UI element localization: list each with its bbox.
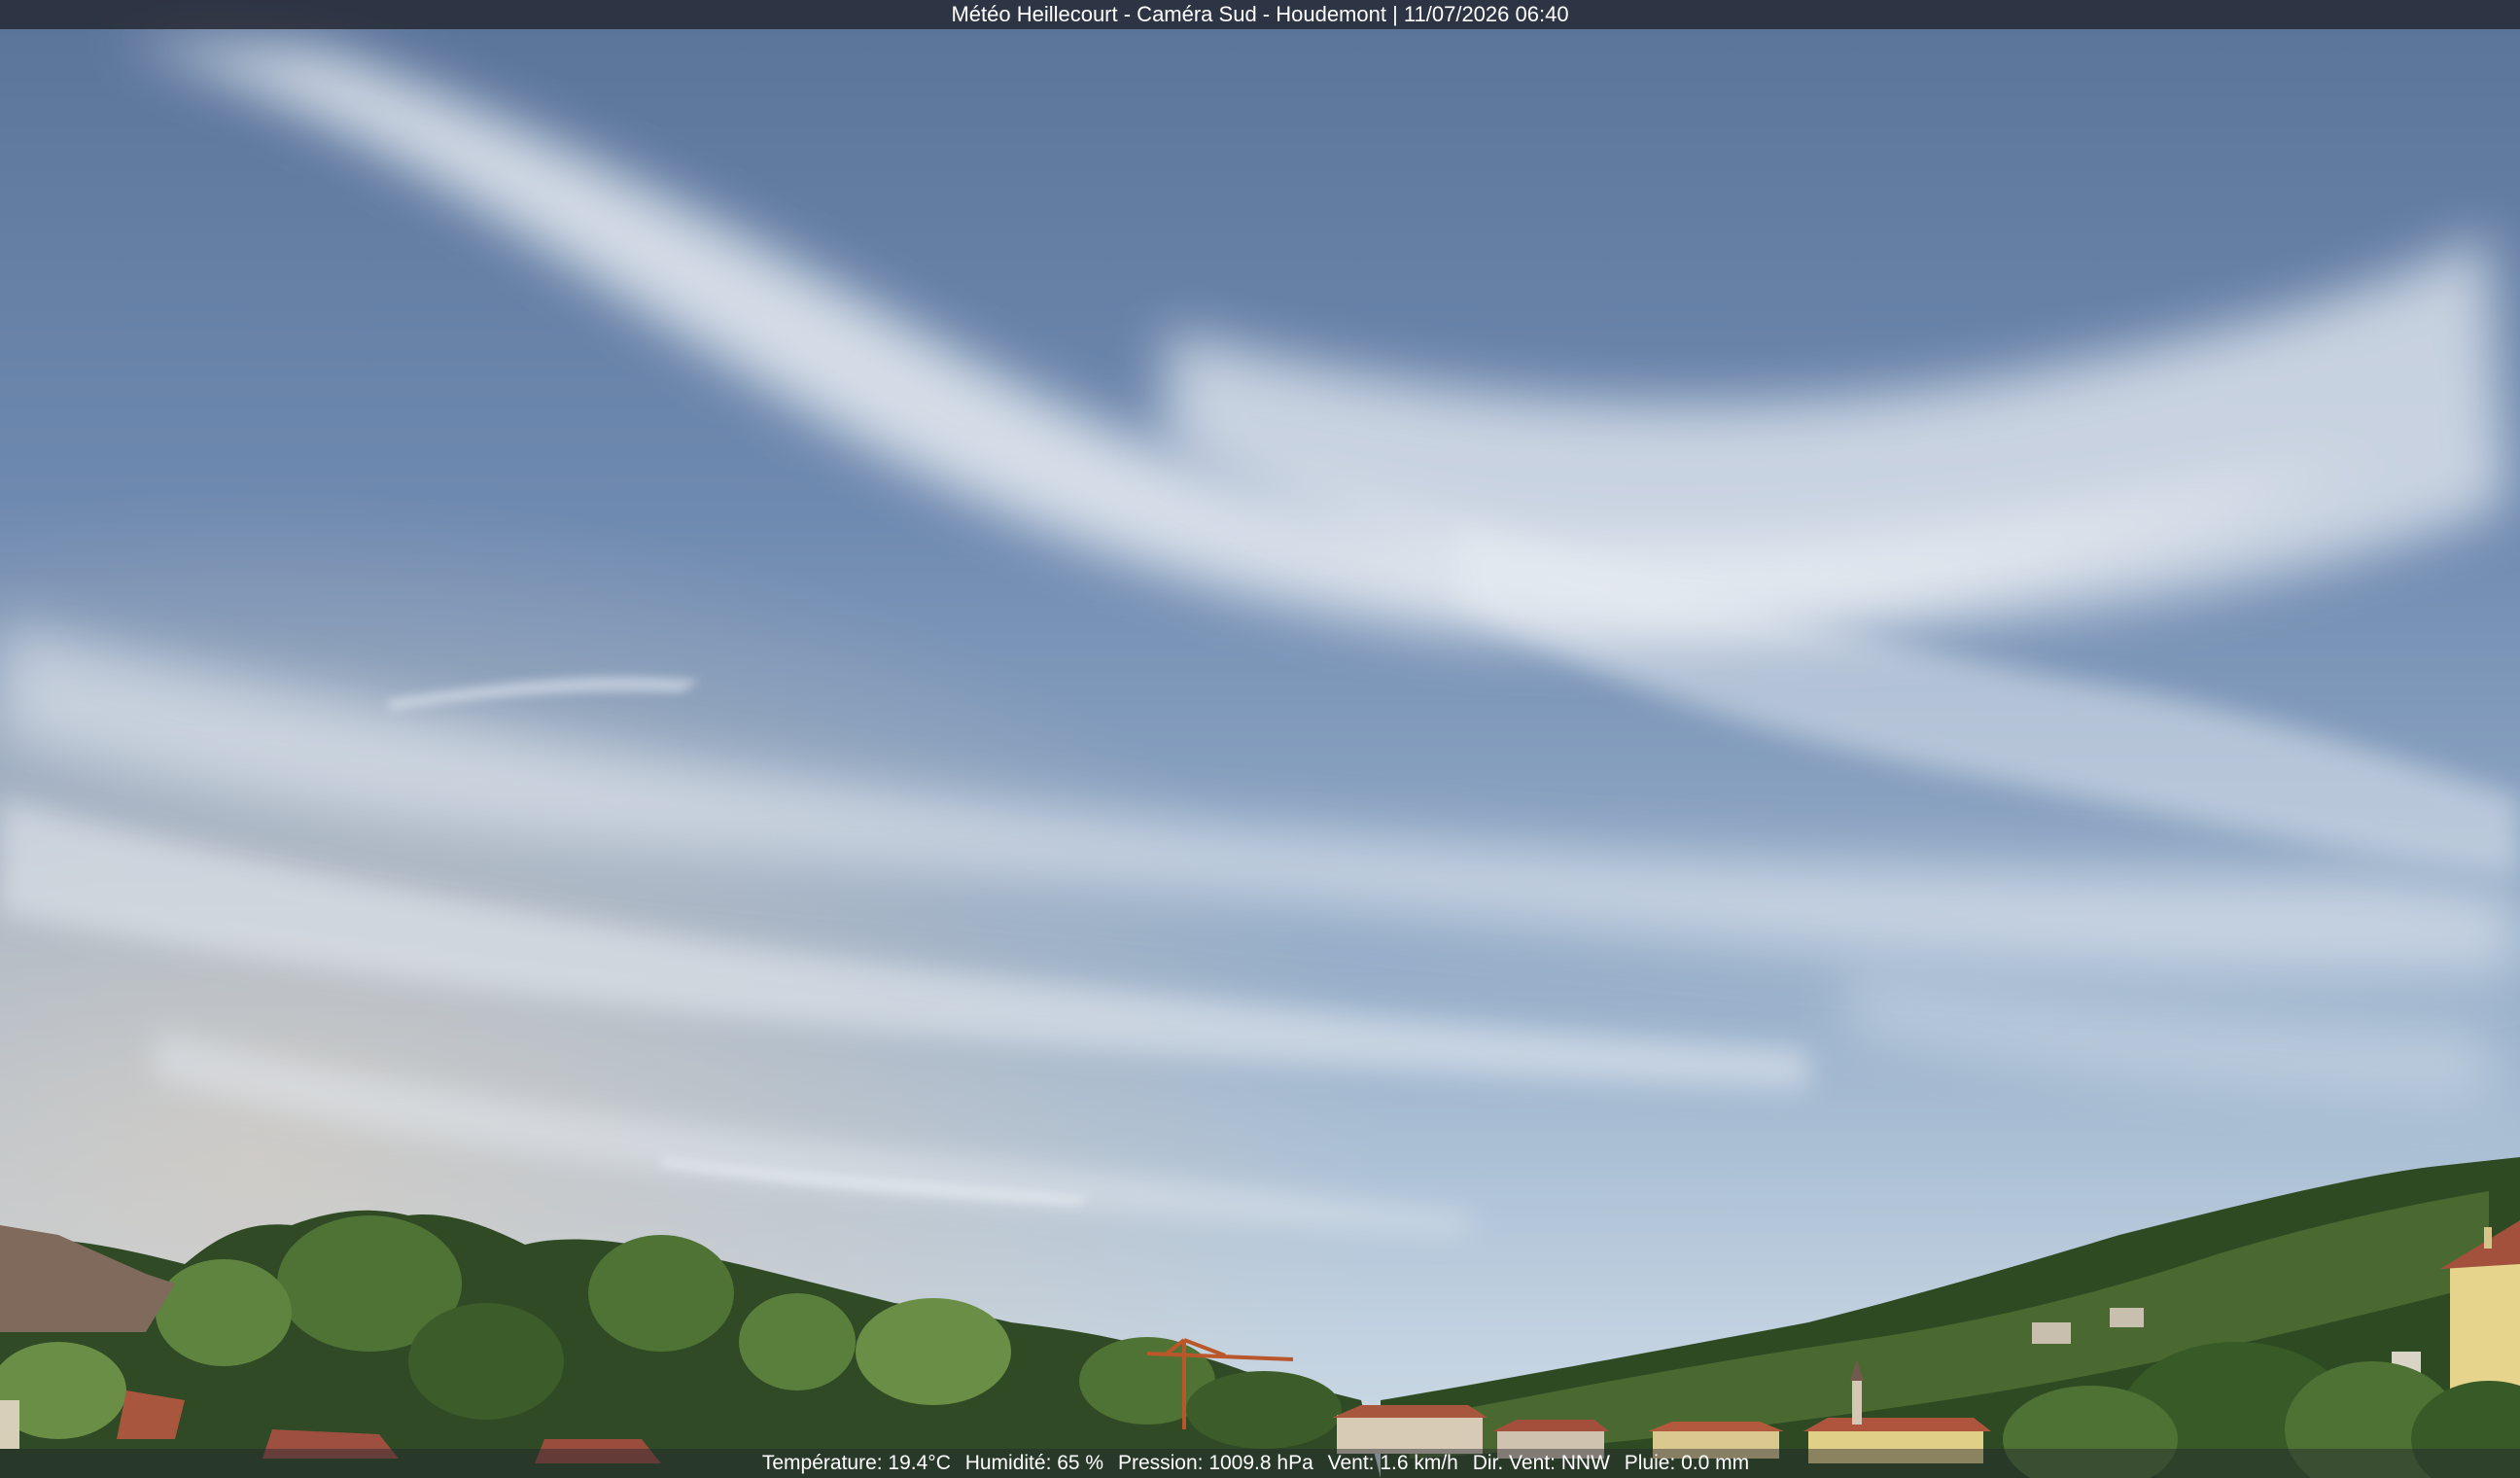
weather-info-bar: Température: 19.4°C Humidité: 65 % Press…: [0, 1449, 2520, 1478]
wind-direction-reading: Dir. Vent: NNW: [1472, 1452, 1610, 1474]
pressure-reading: Pression: 1009.8 hPa: [1117, 1452, 1313, 1474]
webcam-image: [0, 0, 2520, 1478]
webcam-title-bar: Météo Heillecourt - Caméra Sud - Houdemo…: [0, 0, 2520, 29]
wind-speed-reading: Vent: 1.6 km/h: [1327, 1452, 1458, 1474]
humidity-reading: Humidité: 65 %: [964, 1452, 1104, 1474]
webcam-view: Météo Heillecourt - Caméra Sud - Houdemo…: [0, 0, 2520, 1478]
rain-reading: Pluie: 0.0 mm: [1624, 1452, 1750, 1474]
webcam-title: Météo Heillecourt - Caméra Sud - Houdemo…: [951, 2, 1569, 26]
temperature-reading: Température: 19.4°C: [761, 1452, 951, 1474]
